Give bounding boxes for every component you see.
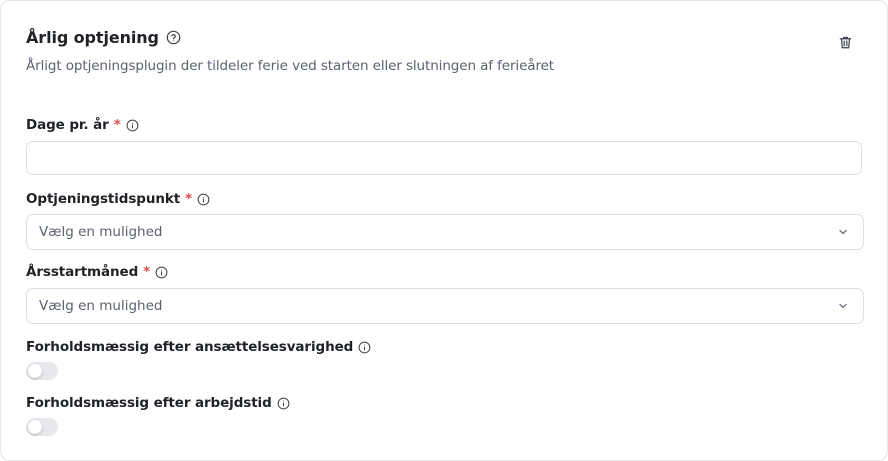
info-icon[interactable] (197, 193, 210, 206)
prorate-employment-toggle[interactable] (26, 362, 58, 380)
chevron-down-icon (837, 300, 849, 312)
year-start-month-select[interactable]: Vælg en mulighed (26, 288, 864, 324)
info-icon[interactable] (155, 266, 168, 279)
card-subtitle: Årligt optjeningsplugin der tildeler fer… (26, 58, 555, 74)
year-start-month-label-text: Årsstartmåned (26, 264, 139, 280)
required-mark: * (185, 191, 193, 207)
info-icon[interactable] (126, 119, 139, 132)
help-circle-icon[interactable] (166, 30, 181, 45)
accrual-time-label: Optjeningstidspunkt * (26, 191, 210, 207)
year-start-month-selected-value: Vælg en mulighed (39, 298, 163, 314)
toggle-knob (28, 420, 42, 434)
trash-icon (838, 35, 853, 54)
accrual-plugin-card: Årlig optjening Årligt optjeningsplugin … (0, 0, 888, 461)
chevron-down-icon (837, 226, 849, 238)
required-mark: * (143, 264, 151, 280)
info-icon[interactable] (358, 341, 371, 354)
accrual-time-selected-value: Vælg en mulighed (39, 224, 163, 240)
card-header: Årlig optjening (26, 28, 181, 47)
prorate-employment-label: Forholdsmæssig efter ansættelsesvarighed (26, 339, 371, 355)
accrual-time-label-text: Optjeningstidspunkt (26, 191, 181, 207)
required-mark: * (113, 117, 121, 133)
toggle-knob (28, 364, 42, 378)
info-icon[interactable] (277, 397, 290, 410)
delete-button[interactable] (834, 33, 856, 55)
prorate-worktime-label-text: Forholdsmæssig efter arbejdstid (26, 395, 272, 411)
prorate-worktime-toggle[interactable] (26, 418, 58, 436)
card-title: Årlig optjening (26, 28, 159, 47)
year-start-month-label: Årsstartmåned * (26, 264, 168, 280)
prorate-employment-label-text: Forholdsmæssig efter ansættelsesvarighed (26, 339, 354, 355)
prorate-worktime-label: Forholdsmæssig efter arbejdstid (26, 395, 290, 411)
days-per-year-input[interactable] (26, 141, 862, 175)
days-per-year-label: Dage pr. år * (26, 117, 139, 133)
days-per-year-label-text: Dage pr. år (26, 117, 109, 133)
accrual-time-select[interactable]: Vælg en mulighed (26, 214, 864, 250)
